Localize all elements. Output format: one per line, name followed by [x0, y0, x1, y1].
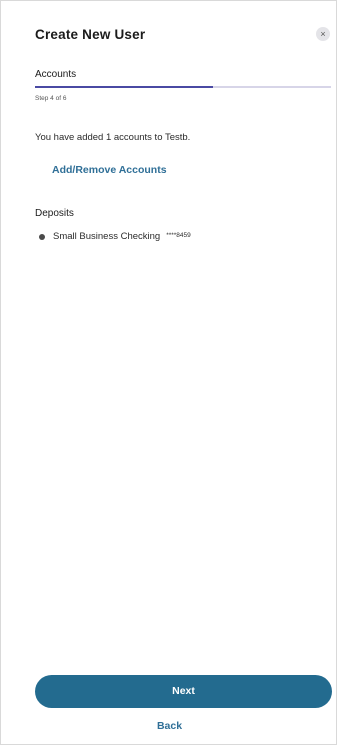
add-remove-accounts-link[interactable]: Add/Remove Accounts	[52, 164, 167, 176]
step-counter: Step 4 of 6	[35, 95, 67, 102]
close-icon[interactable]: ×	[316, 27, 330, 41]
next-button[interactable]: Next	[35, 675, 332, 708]
deposits-heading: Deposits	[35, 208, 74, 219]
create-user-panel: Create New User × Accounts Step 4 of 6 Y…	[0, 0, 337, 745]
dialog-title: Create New User	[35, 27, 146, 42]
step-title: Accounts	[35, 69, 77, 80]
account-list-item: Small Business Checking ****8459	[39, 231, 191, 242]
progress-bar	[35, 86, 331, 88]
bullet-icon	[39, 233, 45, 240]
progress-bar-fill	[35, 86, 213, 88]
account-name: Small Business Checking	[53, 231, 161, 242]
accounts-summary: You have added 1 accounts to Testb.	[35, 132, 191, 143]
account-number: ****8459	[166, 232, 191, 239]
back-button[interactable]: Back	[1, 720, 337, 732]
